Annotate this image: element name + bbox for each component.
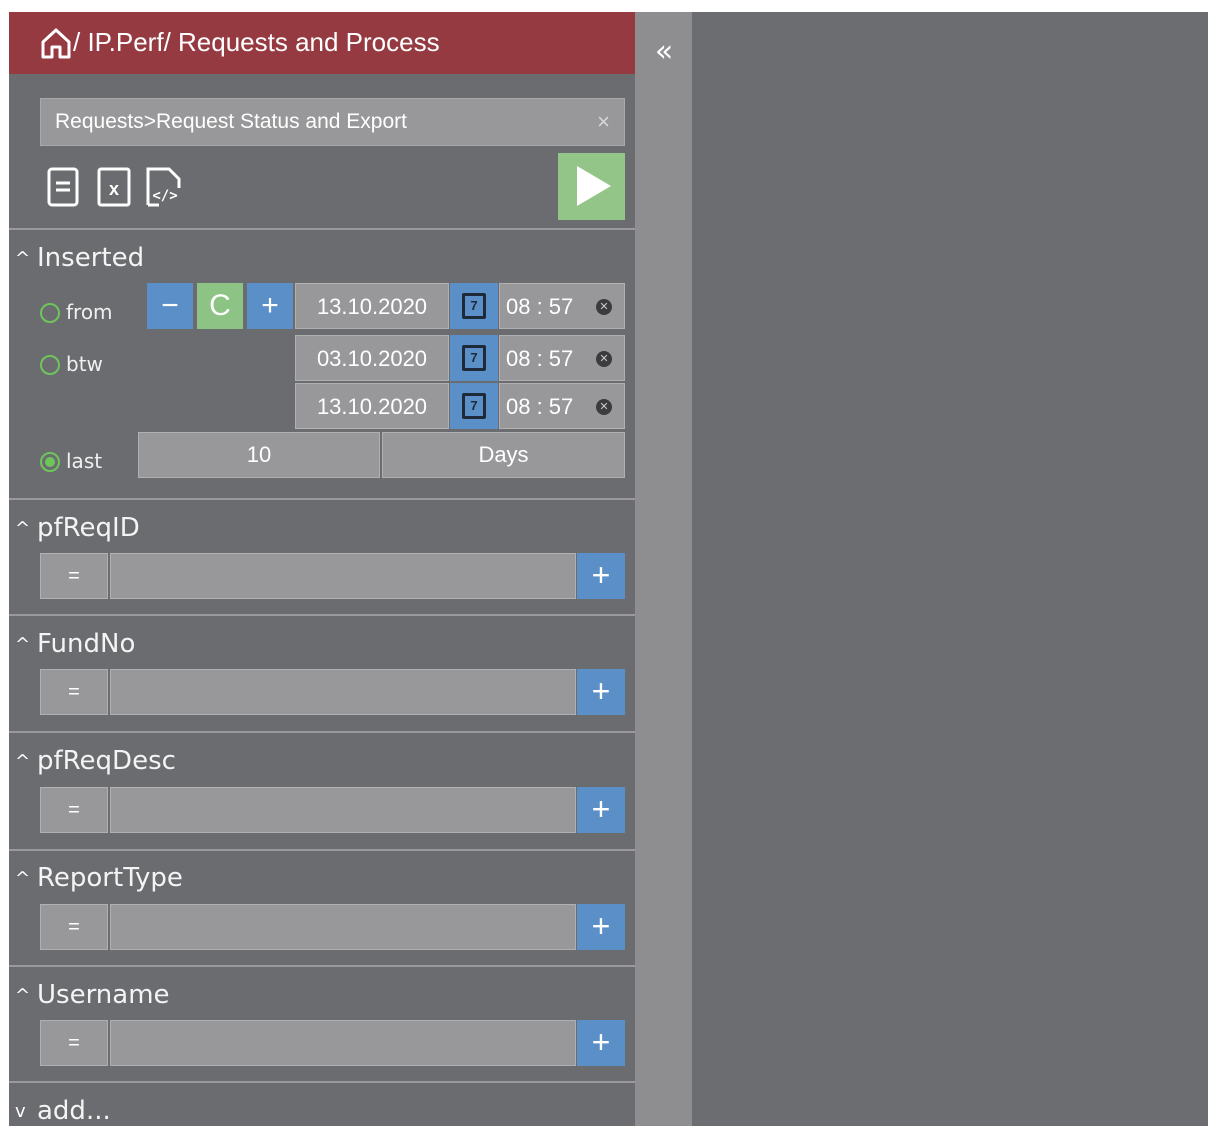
section-title-text: Username <box>37 980 170 1010</box>
username-operator[interactable]: = <box>40 1020 108 1066</box>
radio-last[interactable]: last <box>40 446 102 476</box>
section-title-text: ReportType <box>37 863 183 893</box>
play-icon <box>577 166 611 206</box>
add-section-toggle[interactable]: v add... <box>15 1094 111 1126</box>
chevron-up-icon: ^ <box>15 247 31 269</box>
clear-report-icon[interactable]: × <box>597 99 610 145</box>
radio-from-circle <box>40 303 60 323</box>
xml-icon[interactable]: </> <box>145 166 185 208</box>
chevron-up-icon: ^ <box>15 517 31 539</box>
btw-end-calendar-button[interactable]: 7 <box>450 383 498 429</box>
divider <box>9 228 635 230</box>
radio-btw-circle <box>40 355 60 375</box>
excel-icon[interactable]: x <box>96 166 132 208</box>
reporttype-input[interactable] <box>110 904 576 950</box>
btw-start-calendar-button[interactable]: 7 <box>450 335 498 381</box>
document-icon[interactable] <box>46 166 80 208</box>
pfreqid-add-button[interactable]: + <box>577 553 625 599</box>
svg-text:</>: </> <box>152 188 177 204</box>
from-date-field[interactable]: 13.10.2020 <box>295 283 449 329</box>
workspace-area <box>692 12 1208 1126</box>
reporttype-operator[interactable]: = <box>40 904 108 950</box>
radio-from[interactable]: from <box>40 297 113 327</box>
reporttype-add-button[interactable]: + <box>577 904 625 950</box>
divider <box>9 965 635 967</box>
home-icon[interactable] <box>39 26 73 60</box>
calendar-icon: 7 <box>462 345 486 371</box>
chevron-up-icon: ^ <box>15 750 31 772</box>
btw-end-date-field[interactable]: 13.10.2020 <box>295 383 449 429</box>
username-input[interactable] <box>110 1020 576 1066</box>
section-fundno-header[interactable]: ^ FundNo <box>15 627 135 662</box>
collapse-panel-icon[interactable]: « <box>647 32 681 72</box>
section-title-text: FundNo <box>37 629 136 659</box>
svg-text:x: x <box>109 179 119 199</box>
btw-start-time-value: 08 : 57 <box>506 346 574 371</box>
chevron-down-icon: v <box>15 1100 26 1122</box>
pfreqid-input[interactable] <box>110 553 576 599</box>
collapse-bar: « <box>635 12 692 1126</box>
username-add-button[interactable]: + <box>577 1020 625 1066</box>
chevron-up-icon: ^ <box>15 633 31 655</box>
divider <box>9 849 635 851</box>
divider <box>9 731 635 733</box>
radio-last-label: last <box>66 449 103 473</box>
divider <box>9 614 635 616</box>
section-inserted-header[interactable]: ^ Inserted <box>15 241 144 276</box>
pfreqdesc-add-button[interactable]: + <box>577 787 625 833</box>
report-selector-value: Requests>Request Status and Export <box>55 110 407 133</box>
section-pfreqdesc-header[interactable]: ^ pfReqDesc <box>15 744 176 779</box>
reset-button[interactable]: C <box>197 283 243 329</box>
btw-start-time-field[interactable]: 08 : 57 ✕ <box>499 335 625 381</box>
pfreqdesc-operator[interactable]: = <box>40 787 108 833</box>
filter-panel: / IP.Perf/ Requests and Process Requests… <box>9 12 635 1126</box>
clear-icon[interactable]: ✕ <box>596 351 612 367</box>
pfreqdesc-input[interactable] <box>110 787 576 833</box>
fundno-input[interactable] <box>110 669 576 715</box>
run-button[interactable] <box>558 153 625 220</box>
btw-start-date-field[interactable]: 03.10.2020 <box>295 335 449 381</box>
section-reporttype-header[interactable]: ^ ReportType <box>15 861 183 896</box>
radio-from-label: from <box>66 300 113 324</box>
app-root: / IP.Perf/ Requests and Process Requests… <box>0 0 1208 1126</box>
section-username-header[interactable]: ^ Username <box>15 978 170 1013</box>
chevron-up-icon: ^ <box>15 984 31 1006</box>
btw-end-time-field[interactable]: 08 : 57 ✕ <box>499 383 625 429</box>
decrement-button[interactable]: − <box>147 283 193 329</box>
breadcrumb[interactable]: / IP.Perf/ Requests and Process <box>73 25 440 59</box>
clear-icon[interactable]: ✕ <box>596 399 612 415</box>
pfreqid-operator[interactable]: = <box>40 553 108 599</box>
section-title-text: pfReqDesc <box>37 746 176 776</box>
from-time-field[interactable]: 08 : 57 ✕ <box>499 283 625 329</box>
divider <box>9 1081 635 1083</box>
calendar-icon: 7 <box>462 393 486 419</box>
last-value-field[interactable]: 10 <box>138 432 380 478</box>
add-section-label: add... <box>37 1096 111 1126</box>
section-title-text: pfReqID <box>37 513 140 543</box>
btw-end-time-value: 08 : 57 <box>506 394 574 419</box>
last-unit-select[interactable]: Days <box>382 432 625 478</box>
increment-button[interactable]: + <box>247 283 293 329</box>
fundno-add-button[interactable]: + <box>577 669 625 715</box>
clear-icon[interactable]: ✕ <box>596 299 612 315</box>
from-time-value: 08 : 57 <box>506 294 574 319</box>
fundno-operator[interactable]: = <box>40 669 108 715</box>
section-inserted-title: Inserted <box>37 243 145 273</box>
report-selector[interactable]: Requests>Request Status and Export × <box>40 98 625 146</box>
radio-btw-label: btw <box>66 352 103 376</box>
radio-last-circle <box>40 452 60 472</box>
divider <box>9 498 635 500</box>
section-pfreqid-header[interactable]: ^ pfReqID <box>15 511 140 546</box>
from-calendar-button[interactable]: 7 <box>450 283 498 329</box>
calendar-icon: 7 <box>462 293 486 319</box>
radio-btw[interactable]: btw <box>40 349 103 379</box>
panel-header: / IP.Perf/ Requests and Process <box>9 12 635 74</box>
chevron-up-icon: ^ <box>15 867 31 889</box>
